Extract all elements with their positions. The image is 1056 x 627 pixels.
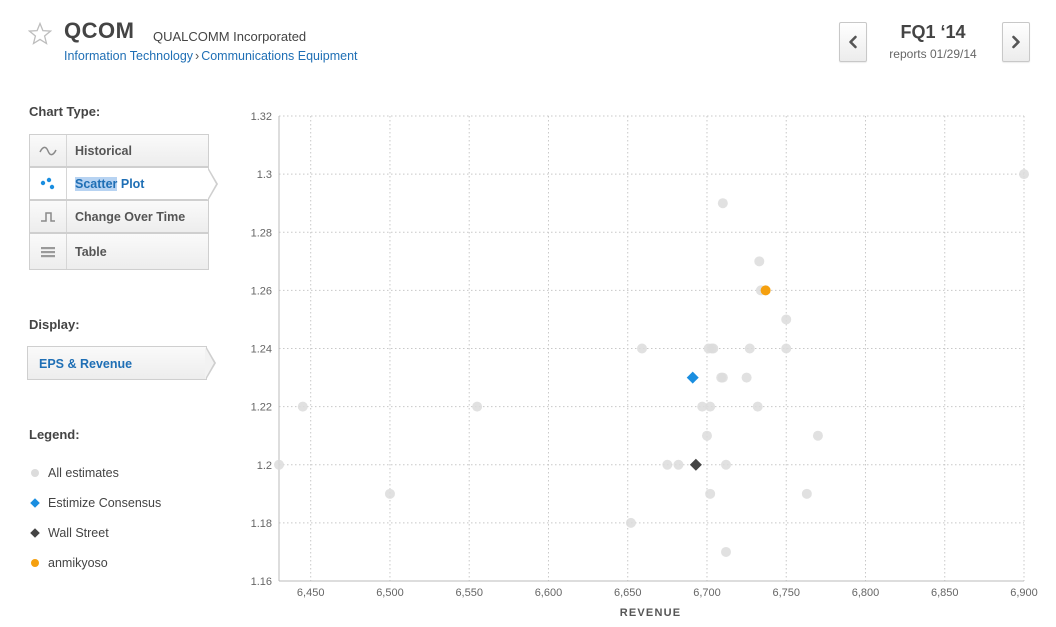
fiscal-quarter: FQ1 ‘14	[900, 22, 966, 42]
report-date: reports 01/29/14	[889, 47, 977, 61]
display-pointer	[205, 346, 216, 380]
legend-label: Wall Street	[48, 526, 109, 540]
point-all-estimates	[721, 459, 731, 470]
x-tick-label: 6,600	[535, 587, 563, 599]
x-tick-label: 6,800	[852, 587, 880, 599]
x-tick-label: 6,550	[455, 587, 483, 599]
display-select[interactable]: EPS & Revenue	[27, 346, 216, 380]
ticker-symbol: QCOM	[64, 18, 135, 43]
chart-type-change-over-time[interactable]: Change Over Time	[29, 200, 209, 233]
point-all-estimates	[1019, 169, 1029, 180]
table-icon	[30, 234, 67, 269]
point-all-estimates	[744, 343, 755, 354]
chevron-right-icon	[1012, 35, 1020, 49]
x-axis-title: REVENUE	[620, 607, 682, 619]
point-wall-street	[689, 458, 702, 471]
point-all-estimates	[673, 459, 684, 470]
point-all-estimates	[701, 430, 712, 441]
breadcrumb-industry-link[interactable]: Communications Equipment	[201, 49, 357, 63]
point-all-estimates	[274, 459, 284, 470]
y-tick-label: 1.16	[251, 576, 272, 588]
point-all-estimates	[297, 401, 308, 412]
breadcrumb-separator: ›	[195, 49, 200, 63]
point-all-estimates	[708, 343, 719, 354]
diamond-icon	[30, 527, 40, 538]
legend-label: anmikyoso	[48, 556, 108, 570]
diamond-icon	[30, 497, 40, 508]
x-tick-label: 6,500	[376, 587, 404, 599]
x-tick-label: 6,650	[614, 587, 642, 599]
x-tick-label: 6,700	[693, 587, 721, 599]
scatter-word: Scatter	[75, 177, 118, 191]
point-all-estimates	[717, 198, 728, 209]
point-all-estimates	[625, 517, 636, 528]
y-tick-label: 1.24	[251, 344, 272, 356]
display-value: EPS & Revenue	[39, 357, 133, 371]
point-all-estimates	[472, 401, 483, 412]
chart-type-table[interactable]: Table	[29, 233, 209, 270]
plot-word: Plot	[117, 177, 145, 191]
next-quarter-button[interactable]	[1002, 22, 1030, 62]
point-all-estimates	[781, 314, 792, 325]
point-all-estimates	[741, 372, 752, 383]
point-all-estimates	[721, 546, 731, 557]
y-tick-label: 1.26	[251, 285, 272, 297]
y-tick-label: 1.3	[257, 169, 272, 181]
chart-type-label: Change Over Time	[75, 210, 186, 224]
point-all-estimates	[801, 488, 812, 499]
chart-type-scatter-plot[interactable]: Scatter Plot	[29, 167, 218, 201]
point-all-estimates	[717, 372, 728, 383]
x-tick-label: 6,450	[297, 587, 325, 599]
point-all-estimates	[705, 401, 716, 412]
circle-icon	[31, 468, 39, 477]
x-tick-label: 6,750	[772, 587, 800, 599]
breadcrumb-sector-link[interactable]: Information Technology	[64, 49, 193, 63]
x-tick-label: 6,850	[931, 587, 959, 599]
legend-item-all-estimates: All estimates	[31, 466, 119, 480]
point-all-estimates	[662, 459, 673, 470]
point-all-estimates	[752, 401, 763, 412]
y-tick-label: 1.22	[251, 402, 272, 414]
chart-type-label: Scatter Plot	[75, 177, 144, 191]
point-all-estimates	[705, 488, 716, 499]
y-tick-label: 1.18	[251, 518, 272, 530]
legend-item-estimize-consensus: Estimize Consensus	[30, 496, 162, 510]
selected-pointer	[207, 167, 218, 201]
display-title: Display:	[29, 317, 80, 332]
step-icon	[30, 201, 67, 232]
chart-type-label: Table	[75, 245, 107, 259]
breadcrumb: Information Technology › Communications Eq…	[64, 49, 358, 63]
wave-icon	[30, 135, 67, 166]
point-all-estimates	[812, 430, 823, 441]
previous-quarter-button[interactable]	[839, 22, 867, 62]
star-icon[interactable]	[28, 22, 52, 46]
point-all-estimates	[384, 488, 395, 499]
scatter-icon	[30, 168, 67, 199]
y-tick-label: 1.2	[257, 460, 272, 472]
circle-icon	[31, 558, 39, 567]
legend-label: Estimize Consensus	[48, 496, 162, 510]
point-all-estimates	[636, 343, 647, 354]
chart-type-title: Chart Type:	[29, 104, 101, 119]
y-tick-label: 1.32	[251, 111, 272, 123]
legend-item-wall-street: Wall Street	[30, 526, 109, 540]
x-tick-label: 6,900	[1010, 587, 1038, 599]
point-all-estimates	[754, 256, 765, 267]
legend-item-anmikyoso: anmikyoso	[31, 556, 108, 570]
scatter-chart: 1.16 1.18 1.2 1.22 1.24 1.26 1.28 1.3 1.32 6,450 6…	[251, 111, 1038, 619]
chart-type-label: Historical	[75, 144, 132, 158]
legend-label: All estimates	[48, 466, 119, 480]
point-anmikyoso	[760, 285, 771, 296]
point-all-estimates	[781, 343, 792, 354]
legend-title: Legend:	[29, 427, 80, 442]
company-name: QUALCOMM Incorporated	[153, 29, 307, 44]
chart-type-historical[interactable]: Historical	[29, 134, 209, 167]
chevron-left-icon	[849, 35, 857, 49]
y-tick-label: 1.28	[251, 227, 272, 239]
point-estimize-consensus	[686, 371, 699, 384]
